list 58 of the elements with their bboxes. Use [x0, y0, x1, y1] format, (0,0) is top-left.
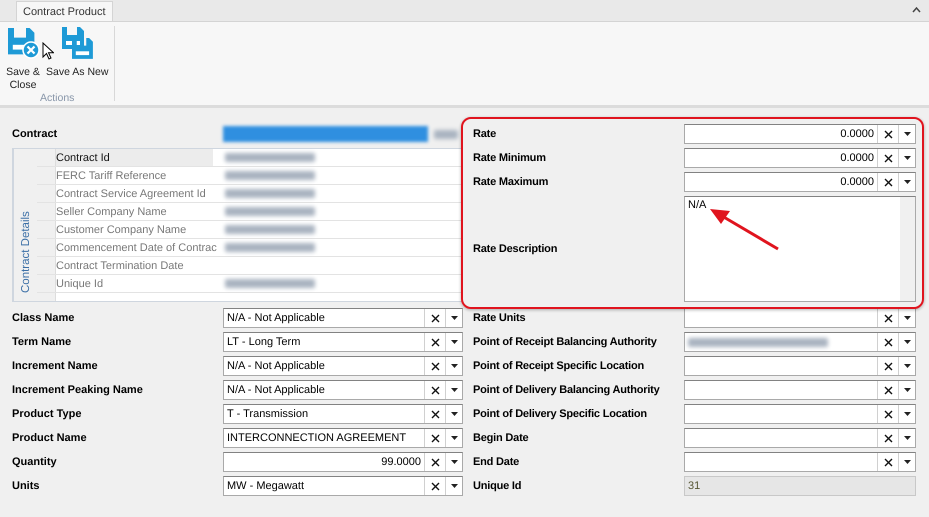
- field-label: Class Name: [12, 312, 76, 324]
- field-label: Quantity: [12, 456, 58, 468]
- combo-field[interactable]: T - Transmission: [223, 404, 463, 424]
- field-label: Point of Delivery Specific Location: [473, 408, 648, 420]
- ribbon-tab[interactable]: Contract Product: [16, 1, 113, 21]
- combo-field[interactable]: LT - Long Term: [223, 332, 463, 352]
- field-label: End Date: [473, 456, 520, 468]
- field-label: Rate Minimum: [473, 152, 547, 164]
- number-field[interactable]: 0.0000: [684, 172, 916, 192]
- number-field[interactable]: 99.0000: [223, 452, 463, 472]
- combo-field[interactable]: MW - Megawatt: [223, 476, 463, 496]
- property-label[interactable]: Seller Company Name: [56, 203, 213, 220]
- panel-tab[interactable]: Contract Details: [13, 149, 37, 301]
- combo-field[interactable]: N/A - Not Applicable: [223, 356, 463, 376]
- property-label[interactable]: Contract Id: [56, 149, 213, 166]
- mouse-pointer-icon: [42, 42, 54, 60]
- save-close-button[interactable]: Save & Close: [4, 26, 42, 92]
- field-label: Product Name: [12, 432, 88, 444]
- combo-field[interactable]: [684, 356, 916, 376]
- combo-field[interactable]: N/A - Not Applicable: [223, 380, 463, 400]
- field-label: Rate Maximum: [473, 176, 550, 188]
- field-label: Contract: [12, 128, 58, 140]
- field-label: Point of Delivery Balancing Authority: [473, 384, 661, 396]
- chevron-up-icon[interactable]: [912, 6, 921, 13]
- field-label: Rate Units: [473, 312, 526, 324]
- combo-field[interactable]: [684, 308, 916, 328]
- combo-field[interactable]: [684, 404, 916, 424]
- combo-field[interactable]: [684, 428, 916, 448]
- redacted-value: [434, 130, 458, 138]
- save-as-new-button[interactable]: Save As New: [44, 26, 110, 92]
- field-label: Term Name: [12, 336, 72, 348]
- group-label: Actions: [40, 92, 74, 106]
- number-field[interactable]: 0.0000: [684, 148, 916, 168]
- save-close-icon: [6, 26, 40, 60]
- property-label[interactable]: Contract Termination Date: [56, 257, 213, 274]
- field-label: Point of Receipt Specific Location: [473, 360, 646, 372]
- field-label: Begin Date: [473, 432, 530, 444]
- combo-field[interactable]: [684, 380, 916, 400]
- field-label: Units: [12, 480, 40, 492]
- readonly-field: 31: [684, 476, 916, 496]
- scrollbar[interactable]: [900, 197, 915, 301]
- property-label[interactable]: FERC Tariff Reference: [56, 167, 213, 184]
- combo-field[interactable]: N/A - Not Applicable: [223, 308, 463, 328]
- property-label[interactable]: Unique Id: [56, 275, 213, 292]
- property-label[interactable]: Contract Service Agreement Id: [56, 185, 213, 202]
- field-label: Rate Description: [473, 243, 558, 255]
- field-label: Rate: [473, 128, 498, 140]
- field-label: Increment Peaking Name: [12, 384, 144, 396]
- field-label: Product Type: [12, 408, 82, 420]
- field-label: Increment Name: [12, 360, 99, 372]
- combo-field[interactable]: [684, 452, 916, 472]
- property-label[interactable]: Customer Company Name: [56, 221, 213, 238]
- text-area[interactable]: N/A: [684, 196, 916, 302]
- number-field[interactable]: 0.0000: [684, 124, 916, 144]
- field-label: Unique Id: [473, 480, 522, 492]
- save-copy-icon: [60, 26, 94, 60]
- combo-field[interactable]: INTERCONNECTION AGREEMENT: [223, 428, 463, 448]
- field-label: Point of Receipt Balancing Authority: [473, 336, 658, 348]
